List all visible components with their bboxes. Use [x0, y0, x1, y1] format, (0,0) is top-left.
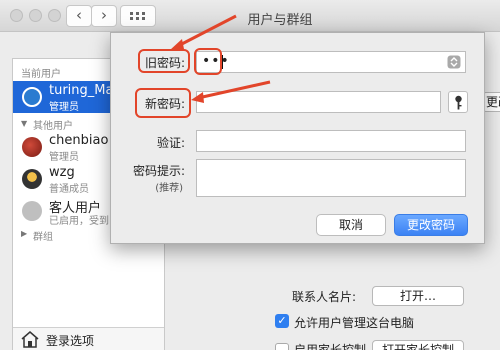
annotation-arrowhead: [170, 39, 184, 50]
annotation-arrowhead: [191, 92, 204, 103]
annotation-arrows: [170, 14, 271, 103]
annotation-arrow-new: [197, 80, 271, 100]
annotation-arrow-old: [175, 14, 237, 49]
